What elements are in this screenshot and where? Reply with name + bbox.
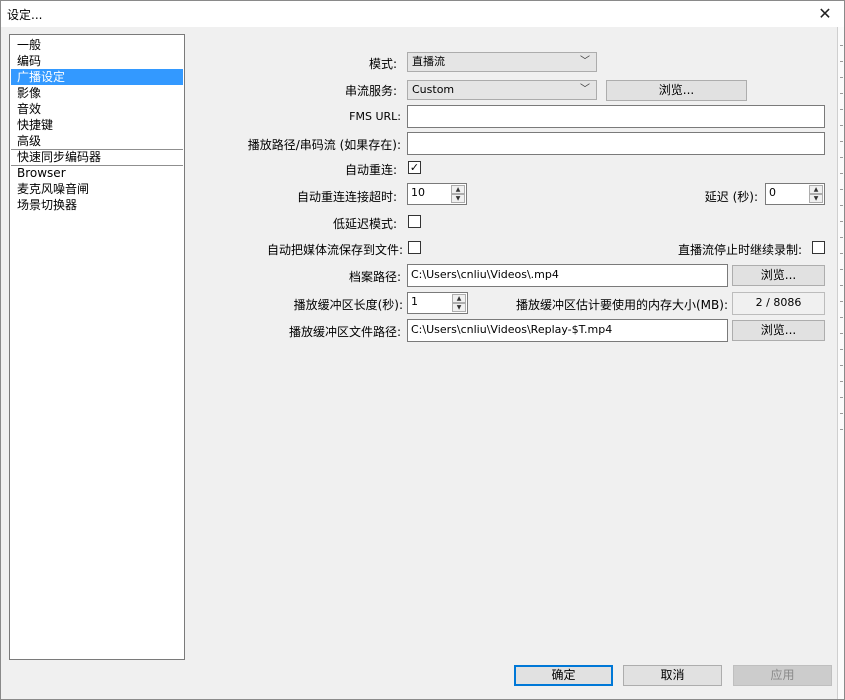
sidebar-item-browser[interactable]: Browser	[11, 165, 183, 181]
close-icon[interactable]: ✕	[810, 2, 840, 26]
save-to-file-checkbox[interactable]	[408, 241, 421, 254]
sidebar-item-audio[interactable]: 音效	[11, 101, 183, 117]
service-browse-button[interactable]: 浏览...	[606, 80, 747, 101]
reconnect-timeout-label: 自动重连连接超时:	[296, 190, 397, 204]
file-path-input[interactable]: C:\Users\cnliu\Videos\.mp4	[407, 264, 728, 287]
fms-url-label: FMS URL:	[349, 110, 401, 123]
buffer-memory-label: 播放缓冲区估计要使用的内存大小(MB):	[516, 298, 728, 312]
check-icon: ✓	[409, 161, 420, 174]
sidebar-item-encoding[interactable]: 编码	[11, 53, 183, 69]
fms-url-input[interactable]	[407, 105, 825, 128]
spin-down-icon[interactable]: ▼	[451, 194, 465, 203]
sidebar-item-quicksync[interactable]: 快速同步编码器	[11, 149, 183, 165]
reconnect-timeout-value: 10	[411, 186, 425, 199]
file-path-label: 档案路径:	[348, 270, 401, 284]
sidebar-item-broadcast[interactable]: 广播设定	[11, 69, 183, 85]
delay-value: 0	[769, 186, 776, 199]
spin-up-icon[interactable]: ▲	[451, 185, 465, 194]
save-to-file-label: 自动把媒体流保存到文件:	[266, 243, 403, 257]
low-latency-checkbox[interactable]	[408, 215, 421, 228]
settings-category-list[interactable]: 一般 编码 广播设定 影像 音效 快捷键 高级 快速同步编码器 Browser …	[9, 34, 185, 660]
sidebar-item-hotkeys[interactable]: 快捷键	[11, 117, 183, 133]
mode-label: 模式:	[368, 57, 397, 71]
spin-down-icon[interactable]: ▼	[452, 303, 466, 312]
buffer-file-label: 播放缓冲区文件路径:	[288, 325, 401, 339]
title-bar[interactable]: 设定... ✕	[1, 1, 844, 27]
file-path-browse-button[interactable]: 浏览...	[732, 265, 825, 286]
chevron-down-icon: ﹀	[580, 56, 590, 67]
sidebar-item-scene-switcher[interactable]: 场景切换器	[11, 197, 183, 213]
settings-dialog: 设定... ✕ 一般 编码 广播设定 影像 音效 快捷键 高级 快速同步编码器 …	[0, 0, 845, 700]
window-edge	[837, 27, 844, 699]
sidebar-item-general[interactable]: 一般	[11, 37, 183, 53]
mode-value: 直播流	[412, 55, 445, 68]
service-label: 串流服务:	[344, 84, 397, 98]
spin-up-icon[interactable]: ▲	[452, 294, 466, 303]
ok-button[interactable]: 确定	[514, 665, 613, 686]
delay-spinbox[interactable]: 0 ▲ ▼	[765, 183, 825, 205]
mode-select[interactable]: 直播流 ﹀	[407, 52, 597, 72]
low-latency-label: 低延迟模式:	[332, 217, 397, 231]
sidebar-item-noise-gate[interactable]: 麦克风噪音闸	[11, 181, 183, 197]
window-title: 设定...	[7, 8, 43, 22]
sidebar-item-video[interactable]: 影像	[11, 85, 183, 101]
auto-reconnect-label: 自动重连:	[344, 163, 397, 177]
spin-down-icon[interactable]: ▼	[809, 194, 823, 203]
spin-up-icon[interactable]: ▲	[809, 185, 823, 194]
buffer-file-browse-button[interactable]: 浏览...	[732, 320, 825, 341]
play-path-input[interactable]	[407, 132, 825, 155]
delay-label: 延迟 (秒):	[704, 190, 758, 204]
buffer-length-label: 播放缓冲区长度(秒):	[293, 298, 403, 312]
continue-recording-checkbox[interactable]	[812, 241, 825, 254]
continue-recording-label: 直播流停止时继续录制:	[677, 243, 802, 257]
auto-reconnect-checkbox[interactable]: ✓	[408, 161, 421, 174]
buffer-length-value: 1	[411, 295, 418, 308]
buffer-file-input[interactable]: C:\Users\cnliu\Videos\Replay-$T.mp4	[407, 319, 728, 342]
buffer-memory-value: 2 / 8086	[732, 292, 825, 315]
service-value: Custom	[412, 83, 455, 96]
buffer-length-spinbox[interactable]: 1 ▲ ▼	[407, 292, 468, 314]
chevron-down-icon: ﹀	[580, 84, 590, 95]
play-path-label: 播放路径/串码流 (如果存在):	[247, 138, 401, 152]
sidebar-item-advanced[interactable]: 高级	[11, 133, 183, 149]
apply-button[interactable]: 应用	[733, 665, 832, 686]
service-select[interactable]: Custom ﹀	[407, 80, 597, 100]
cancel-button[interactable]: 取消	[623, 665, 722, 686]
reconnect-timeout-spinbox[interactable]: 10 ▲ ▼	[407, 183, 467, 205]
